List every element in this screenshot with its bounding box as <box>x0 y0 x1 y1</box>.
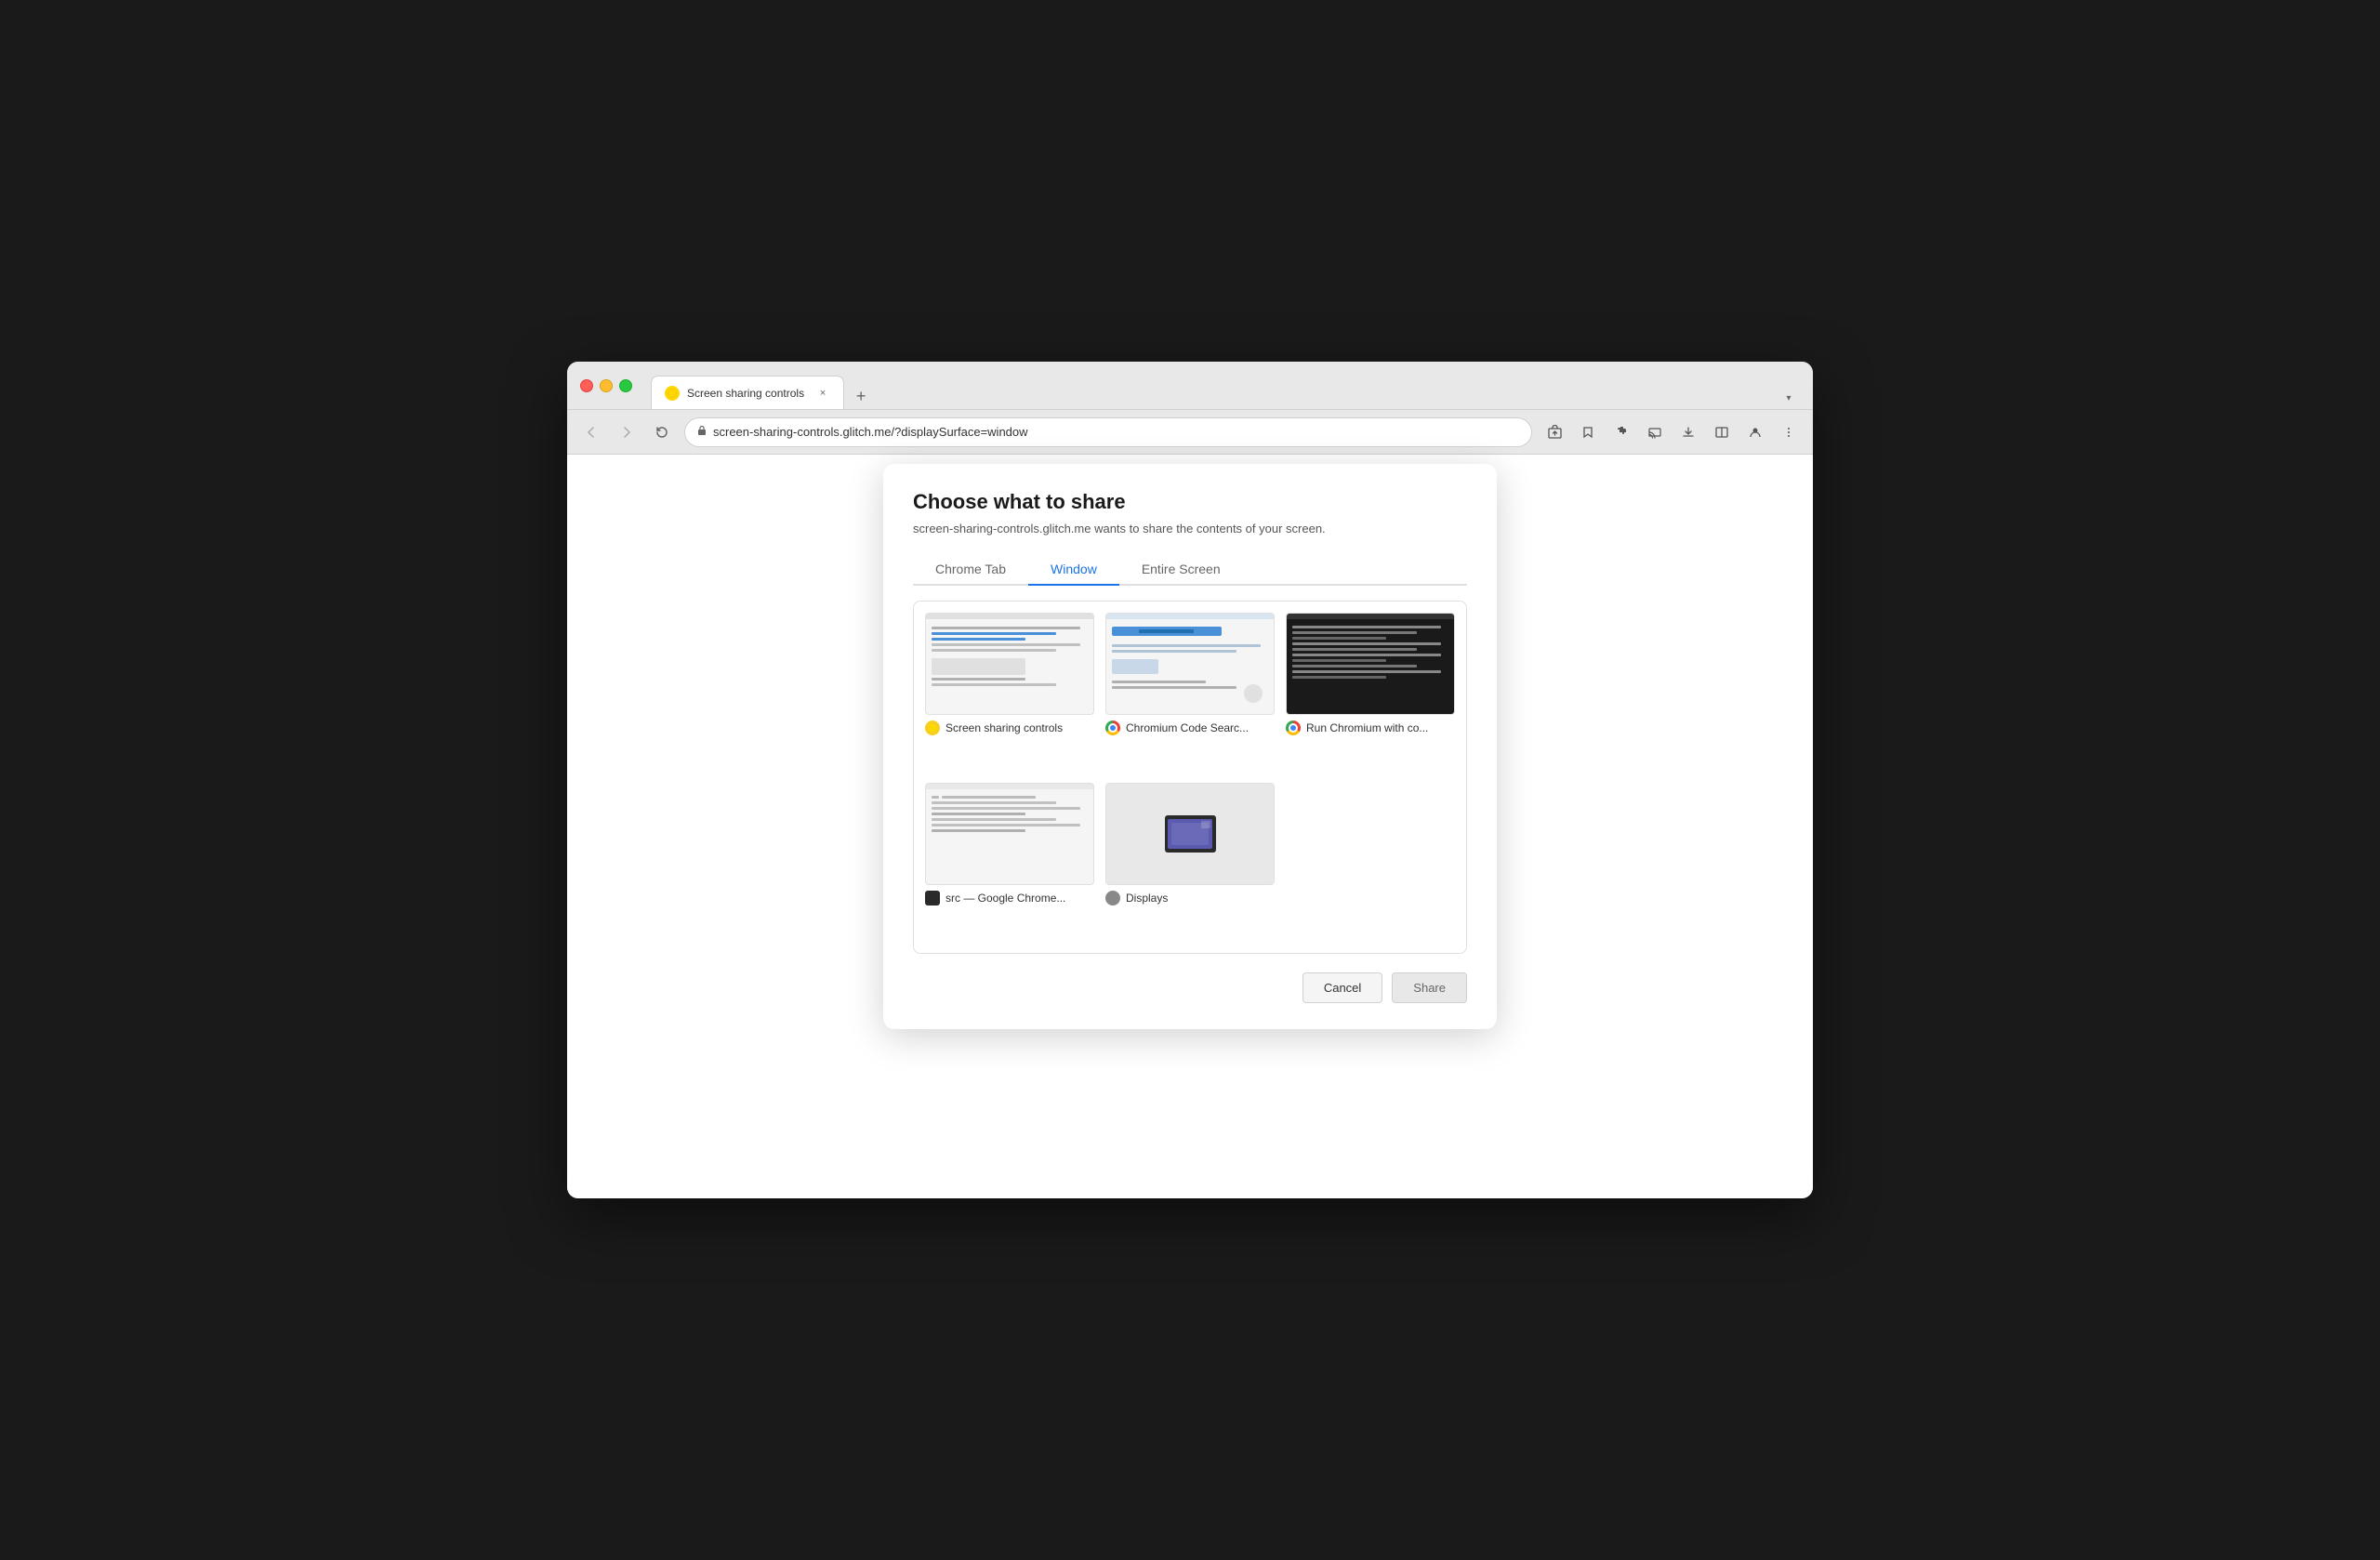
chromecast-icon[interactable] <box>1642 419 1668 445</box>
window-preview-2 <box>1105 613 1275 715</box>
window-item-2[interactable]: Chromium Code Searc... <box>1105 613 1275 772</box>
close-traffic-light[interactable] <box>580 379 593 392</box>
new-tab-button[interactable]: + <box>848 383 874 409</box>
tab-entire-screen[interactable]: Entire Screen <box>1119 554 1243 584</box>
window-label-5: Displays <box>1105 891 1275 906</box>
window-name-5: Displays <box>1126 892 1168 905</box>
browser-window: Screen sharing controls × + ▾ screen-sha… <box>567 362 1813 1198</box>
window-item-5[interactable]: Displays <box>1105 783 1275 942</box>
lock-icon <box>696 425 707 439</box>
monitor-shape <box>1165 815 1216 853</box>
dialog-overlay: Choose what to share screen-sharing-cont… <box>567 455 1813 1198</box>
window-name-3: Run Chromium with co... <box>1306 721 1428 734</box>
window-label-1: Screen sharing controls <box>925 721 1094 735</box>
screen-shape <box>1168 819 1212 849</box>
window-favicon-1 <box>925 721 940 735</box>
address-field[interactable]: screen-sharing-controls.glitch.me/?displ… <box>684 417 1532 447</box>
window-favicon-2 <box>1105 721 1120 735</box>
tab-favicon <box>665 386 680 401</box>
tab-list-button[interactable]: ▾ <box>1778 387 1800 409</box>
window-preview-3 <box>1286 613 1455 715</box>
traffic-lights <box>580 379 632 392</box>
window-preview-4 <box>925 783 1094 885</box>
window-item-3[interactable]: Run Chromium with co... <box>1286 613 1455 772</box>
reload-button[interactable] <box>649 419 675 445</box>
address-bar: screen-sharing-controls.glitch.me/?displ… <box>567 410 1813 455</box>
window-item-1[interactable]: Screen sharing controls <box>925 613 1094 772</box>
dialog-title: Choose what to share <box>913 490 1467 514</box>
window-favicon-5 <box>1105 891 1120 906</box>
window-label-3: Run Chromium with co... <box>1286 721 1455 735</box>
page-content: Choose what to share screen-sharing-cont… <box>567 455 1813 1198</box>
window-name-4: src — Google Chrome... <box>945 892 1065 905</box>
tab-close-button[interactable]: × <box>815 386 830 401</box>
tab-chrome-tab[interactable]: Chrome Tab <box>913 554 1028 584</box>
maximize-traffic-light[interactable] <box>619 379 632 392</box>
window-label-2: Chromium Code Searc... <box>1105 721 1275 735</box>
tab-title: Screen sharing controls <box>687 387 804 400</box>
dialog-footer: Cancel Share <box>913 972 1467 1003</box>
share-tabs: Chrome Tab Window Entire Screen <box>913 554 1467 586</box>
back-button[interactable] <box>578 419 604 445</box>
menu-icon[interactable] <box>1776 419 1802 445</box>
download-icon[interactable] <box>1675 419 1701 445</box>
toolbar-icons <box>1541 419 1802 445</box>
address-text: screen-sharing-controls.glitch.me/?displ… <box>713 425 1028 439</box>
window-favicon-4 <box>925 891 940 906</box>
title-bar: Screen sharing controls × + ▾ <box>567 362 1813 410</box>
active-tab[interactable]: Screen sharing controls × <box>651 376 844 409</box>
profile-icon[interactable] <box>1742 419 1768 445</box>
tab-window[interactable]: Window <box>1028 554 1119 584</box>
forward-button[interactable] <box>614 419 640 445</box>
share-dialog: Choose what to share screen-sharing-cont… <box>883 464 1497 1029</box>
window-favicon-3 <box>1286 721 1301 735</box>
split-screen-icon[interactable] <box>1709 419 1735 445</box>
window-label-4: src — Google Chrome... <box>925 891 1094 906</box>
window-preview-5 <box>1105 783 1275 885</box>
window-name-2: Chromium Code Searc... <box>1126 721 1249 734</box>
window-preview-1 <box>925 613 1094 715</box>
share-button[interactable]: Share <box>1392 972 1467 1003</box>
cancel-button[interactable]: Cancel <box>1302 972 1382 1003</box>
window-name-1: Screen sharing controls <box>945 721 1063 734</box>
extensions-icon[interactable] <box>1608 419 1634 445</box>
dialog-subtitle: screen-sharing-controls.glitch.me wants … <box>913 522 1467 535</box>
bookmark-icon[interactable] <box>1575 419 1601 445</box>
window-grid: Screen sharing controls <box>913 601 1467 954</box>
tabs-area: Screen sharing controls × + ▾ <box>643 362 1800 409</box>
share-page-icon[interactable] <box>1541 419 1567 445</box>
minimize-traffic-light[interactable] <box>600 379 613 392</box>
window-item-4[interactable]: src — Google Chrome... <box>925 783 1094 942</box>
